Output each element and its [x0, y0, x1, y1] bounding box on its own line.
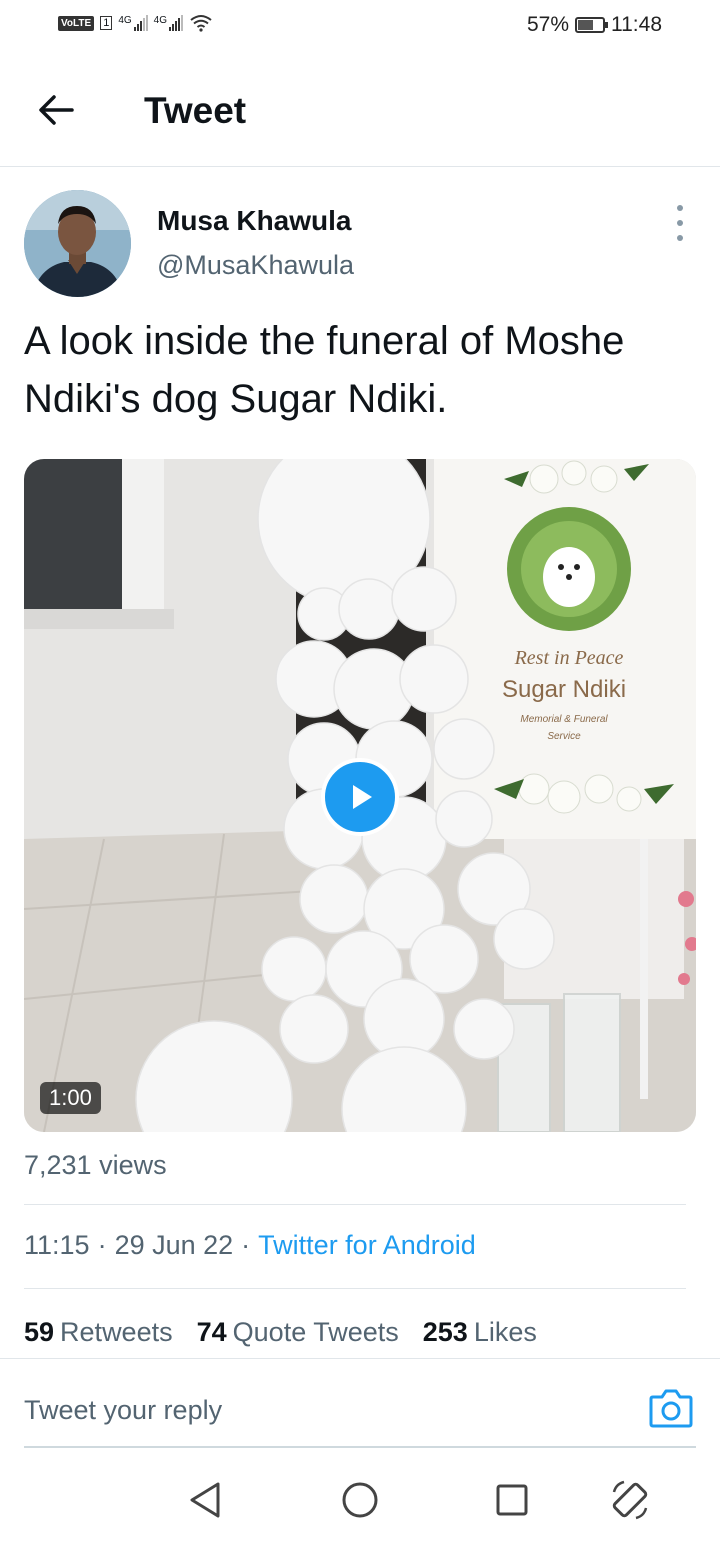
clock: 11:48: [611, 13, 662, 36]
reply-bar: [0, 1358, 720, 1449]
quote-tweets-stat[interactable]: 74 Quote Tweets: [197, 1317, 399, 1348]
more-options-button[interactable]: [666, 205, 694, 241]
likes-count: 253: [422, 1317, 468, 1347]
play-icon: [353, 785, 372, 809]
divider: [24, 1204, 686, 1205]
more-vertical-icon: [677, 205, 683, 211]
retweets-stat[interactable]: 59 Retweets: [24, 1317, 173, 1348]
avatar[interactable]: [24, 190, 131, 297]
divider: [24, 1288, 686, 1289]
tweet-date: 29 Jun 22: [114, 1230, 234, 1260]
likes-label: Likes: [473, 1317, 537, 1347]
signal-icon: 4G: [118, 15, 148, 31]
battery-percent: 57%: [526, 13, 569, 36]
triangle-back-icon[interactable]: [184, 1478, 228, 1522]
back-button[interactable]: [30, 84, 82, 136]
quotes-label: Quote Tweets: [232, 1317, 399, 1347]
tweet-time: 11:15: [24, 1230, 90, 1260]
view-count[interactable]: 7,231 views: [24, 1150, 167, 1181]
sign-subtitle-2: Service: [547, 731, 581, 742]
camera-button[interactable]: [648, 1387, 694, 1429]
tweet-source-link[interactable]: Twitter for Android: [258, 1230, 476, 1261]
network-label-2: 4G: [153, 15, 167, 26]
tweet-text: A look inside the funeral of Moshe Ndiki…: [24, 319, 625, 421]
signal-icon-2: 4G: [154, 15, 183, 31]
status-left: VoLTE 1 4G 4G: [58, 14, 213, 32]
sign-subtitle-1: Memorial & Funeral: [520, 714, 608, 725]
circle-home-icon[interactable]: [338, 1478, 382, 1522]
status-bar: VoLTE 1 4G 4G 57% 11:48: [0, 0, 720, 56]
quotes-count: 74: [196, 1317, 227, 1347]
network-label: 4G: [118, 15, 132, 26]
tweet-meta: 11:15 · 29 Jun 22 · Twitter for Android: [24, 1230, 476, 1261]
sign-name: Sugar Ndiki: [502, 676, 626, 703]
volte-badge: VoLTE: [58, 15, 95, 31]
author-handle[interactable]: @MusaKhawula: [157, 250, 354, 281]
wifi-icon: [190, 15, 212, 32]
battery-icon: [575, 17, 608, 33]
top-app-bar: Tweet: [0, 56, 720, 167]
page-title: Tweet: [144, 90, 247, 131]
video-duration: 1:00: [40, 1082, 101, 1114]
author-name[interactable]: Musa Khawula: [157, 205, 351, 237]
likes-stat[interactable]: 253 Likes: [423, 1317, 537, 1348]
arrow-left-icon: [39, 95, 74, 125]
status-right: 57% 11:48: [527, 13, 662, 37]
sim-indicator: 1: [100, 16, 113, 30]
sign-script: Rest in Peace: [514, 647, 624, 669]
reply-input[interactable]: [24, 1395, 584, 1426]
avatar-image: [24, 190, 131, 297]
meta-separator: ·: [97, 1230, 107, 1260]
system-nav-bar: [0, 1458, 720, 1541]
square-recents-icon[interactable]: [490, 1478, 534, 1522]
reply-underline: [24, 1446, 696, 1448]
camera-icon: [649, 1389, 693, 1428]
retweets-label: Retweets: [60, 1317, 173, 1347]
engagement-stats: 59 Retweets 74 Quote Tweets 253 Likes: [24, 1317, 537, 1348]
rotate-icon[interactable]: [608, 1478, 652, 1522]
play-button[interactable]: [321, 758, 399, 836]
retweets-count: 59: [24, 1317, 55, 1347]
meta-separator-2: ·: [241, 1230, 251, 1260]
